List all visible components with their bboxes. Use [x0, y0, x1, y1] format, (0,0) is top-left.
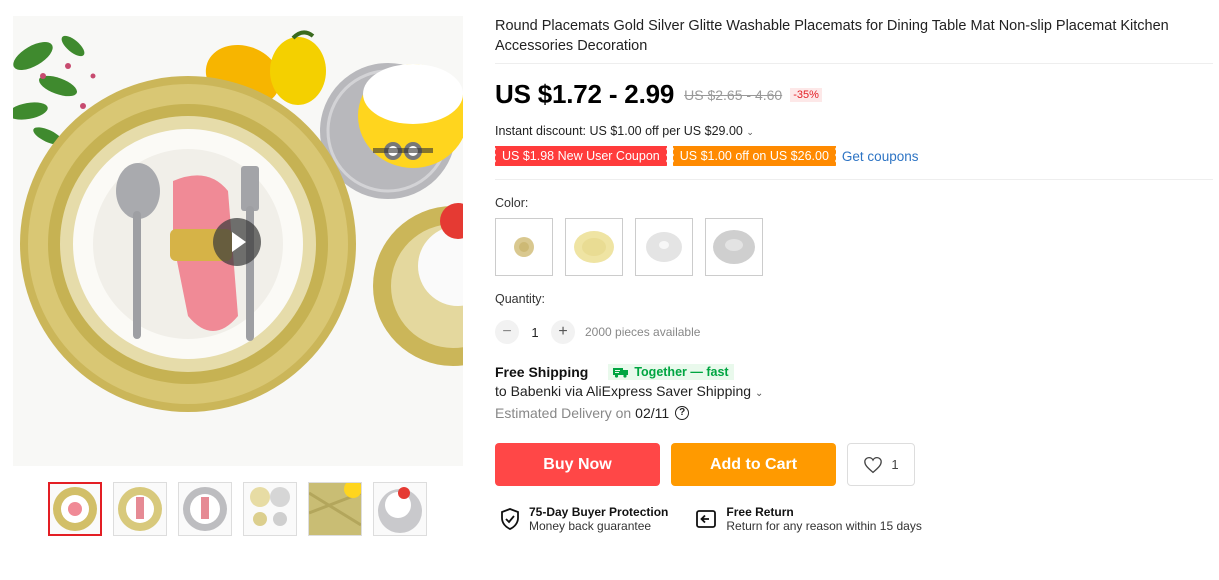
new-user-coupon[interactable]: US $1.98 New User Coupon — [494, 146, 667, 166]
help-icon[interactable]: ? — [675, 406, 690, 420]
free-return-subtitle: Return for any reason within 15 days — [726, 519, 922, 533]
buyer-protection: 75-Day Buyer Protection Money back guara… — [499, 505, 668, 533]
shipping-destination-text: to Babenki via AliExpress Saver Shipping — [495, 383, 752, 399]
return-icon — [696, 510, 717, 528]
quantity-input[interactable]: 1 — [519, 325, 551, 340]
wishlist-count: 1 — [891, 457, 899, 472]
thumbnail-6[interactable] — [373, 482, 427, 536]
product-info: Round Placemats Gold Silver Glitte Washa… — [494, 16, 1213, 533]
current-price: US $1.72 - 2.99 — [495, 79, 675, 109]
original-price: US $2.65 - 4.60 — [684, 86, 783, 103]
truck-icon — [613, 367, 629, 378]
price-row: US $1.72 - 2.99 US $2.65 - 4.60 -35% — [495, 79, 1213, 110]
free-shipping-title: Free Shipping — [495, 364, 589, 380]
divider — [495, 179, 1213, 180]
thumbnail-1[interactable] — [48, 482, 102, 536]
shipping-row: Free Shipping Together — fast — [495, 364, 1213, 380]
product-main-image[interactable] — [13, 16, 463, 466]
color-option-silver-light[interactable] — [635, 218, 693, 276]
wishlist-button[interactable]: 1 — [847, 443, 915, 486]
color-option-silver[interactable] — [705, 218, 763, 276]
get-coupons-link[interactable]: Get coupons — [842, 149, 919, 164]
buyer-protection-title: 75-Day Buyer Protection — [529, 505, 669, 519]
eta-date: 02/11 — [635, 405, 670, 421]
action-buttons: Buy Now Add to Cart 1 — [495, 443, 1213, 486]
quantity-label: Quantity: — [495, 292, 546, 306]
color-swatches — [495, 218, 1213, 276]
divider — [495, 63, 1213, 64]
buyer-protection-subtitle: Money back guarantee — [529, 519, 652, 533]
color-option-gold-small[interactable] — [495, 218, 553, 276]
buy-now-button[interactable]: Buy Now — [495, 443, 660, 486]
thumbnail-2[interactable] — [113, 482, 167, 536]
chevron-down-icon: ⌄ — [746, 127, 754, 137]
quantity-decrease-button[interactable]: − — [495, 320, 519, 344]
product-title: Round Placemats Gold Silver Glitte Washa… — [495, 18, 1169, 54]
add-to-cart-button[interactable]: Add to Cart — [671, 443, 836, 486]
free-return: Free Return Return for any reason within… — [694, 505, 922, 533]
free-return-title: Free Return — [726, 505, 794, 519]
color-label: Color: — [495, 196, 529, 210]
eta-label: Estimated Delivery on — [495, 405, 632, 421]
pieces-available: 2000 pieces available — [585, 325, 701, 339]
color-option-gold[interactable] — [565, 218, 623, 276]
thumbnail-4[interactable] — [243, 482, 297, 536]
quantity-increase-button[interactable]: + — [551, 320, 575, 344]
together-fast-tag: Together — fast — [608, 364, 734, 380]
quantity-stepper: − 1 + 2000 pieces available — [495, 320, 1213, 344]
thumbnail-strip — [48, 482, 427, 536]
store-coupon[interactable]: US $1.00 off on US $26.00 — [671, 146, 836, 166]
thumbnail-3[interactable] — [178, 482, 232, 536]
shield-check-icon — [501, 508, 519, 530]
play-video-icon[interactable] — [213, 218, 261, 266]
discount-badge: -35% — [790, 87, 822, 102]
chevron-down-icon: ⌄ — [754, 388, 764, 399]
estimated-delivery: Estimated Delivery on 02/11 ? — [495, 405, 1213, 421]
shipping-destination[interactable]: to Babenki via AliExpress Saver Shipping… — [495, 383, 1213, 399]
heart-icon — [864, 456, 883, 473]
guarantees: 75-Day Buyer Protection Money back guara… — [495, 505, 1213, 533]
thumbnail-5[interactable] — [308, 482, 362, 536]
coupon-row: US $1.98 New User Coupon US $1.00 off on… — [494, 146, 1213, 166]
together-fast-label: Together — fast — [634, 365, 729, 379]
instant-discount-text: Instant discount: US $1.00 off per US $2… — [495, 124, 743, 138]
instant-discount[interactable]: Instant discount: US $1.00 off per US $2… — [495, 124, 1213, 138]
